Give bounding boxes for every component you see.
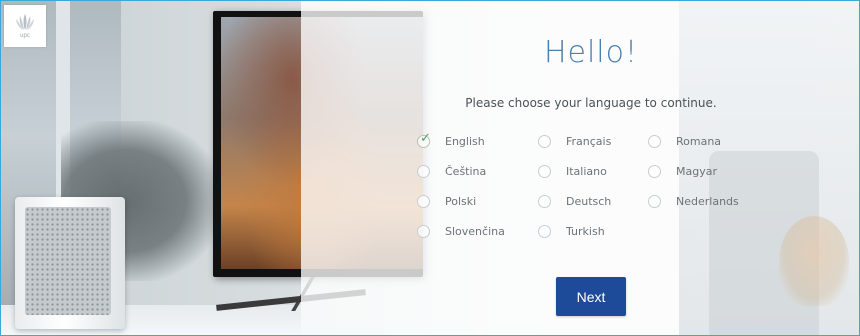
- radio-button-italiano[interactable]: [538, 165, 551, 178]
- radio-button-romana[interactable]: [648, 135, 661, 148]
- checkmark-icon: ✓: [420, 131, 431, 146]
- background-window-frame: [56, 1, 70, 335]
- radio-button-magyar[interactable]: [648, 165, 661, 178]
- language-label: Deutsch: [566, 195, 612, 208]
- language-label: Italiano: [566, 165, 607, 178]
- language-label: Magyar: [676, 165, 717, 178]
- language-label: Nederlands: [676, 195, 739, 208]
- upc-logo-icon: [16, 14, 34, 30]
- language-label: Polski: [445, 195, 477, 208]
- language-panel: Hello! Please choose your language to co…: [301, 1, 859, 335]
- language-label: Romana: [676, 135, 722, 148]
- language-label: Slovenčina: [445, 225, 505, 238]
- radio-button-turkish[interactable]: [538, 225, 551, 238]
- radio-button-nederlands[interactable]: [648, 195, 661, 208]
- page-subtitle: Please choose your language to continue.: [465, 96, 717, 110]
- background-trees: [61, 121, 221, 281]
- language-option-cestina[interactable]: Čeština: [417, 165, 486, 178]
- welcome-screen: upc Hello! Please choose your language t…: [0, 0, 860, 336]
- language-option-turkish[interactable]: Turkish: [538, 225, 605, 238]
- language-label: English: [445, 135, 485, 148]
- radio-button-english[interactable]: ✓: [417, 131, 431, 148]
- language-option-francais[interactable]: Français: [538, 135, 611, 148]
- router-image: [15, 197, 125, 329]
- brand-logo-text: upc: [20, 33, 30, 39]
- radio-button-deutsch[interactable]: [538, 195, 551, 208]
- radio-button-francais[interactable]: [538, 135, 551, 148]
- background-floor: [1, 305, 301, 335]
- language-option-deutsch[interactable]: Deutsch: [538, 195, 611, 208]
- router-grille: [25, 207, 111, 315]
- next-button[interactable]: Next: [556, 277, 626, 316]
- radio-button-slovencina[interactable]: [417, 225, 430, 238]
- language-option-romana[interactable]: Romana: [648, 135, 721, 148]
- language-label: Turkish: [566, 225, 605, 238]
- language-option-nederlands[interactable]: Nederlands: [648, 195, 739, 208]
- language-option-polski[interactable]: Polski: [417, 195, 476, 208]
- language-option-slovencina[interactable]: Slovenčina: [417, 225, 505, 238]
- language-label: Français: [566, 135, 612, 148]
- radio-button-cestina[interactable]: [417, 165, 430, 178]
- brand-logo: upc: [4, 5, 46, 47]
- language-option-magyar[interactable]: Magyar: [648, 165, 717, 178]
- language-option-italiano[interactable]: Italiano: [538, 165, 607, 178]
- page-title: Hello!: [543, 35, 639, 70]
- language-label: Čeština: [445, 165, 487, 178]
- background-window: [1, 1, 121, 335]
- radio-button-polski[interactable]: [417, 195, 430, 208]
- language-option-english[interactable]: ✓ English: [417, 131, 485, 148]
